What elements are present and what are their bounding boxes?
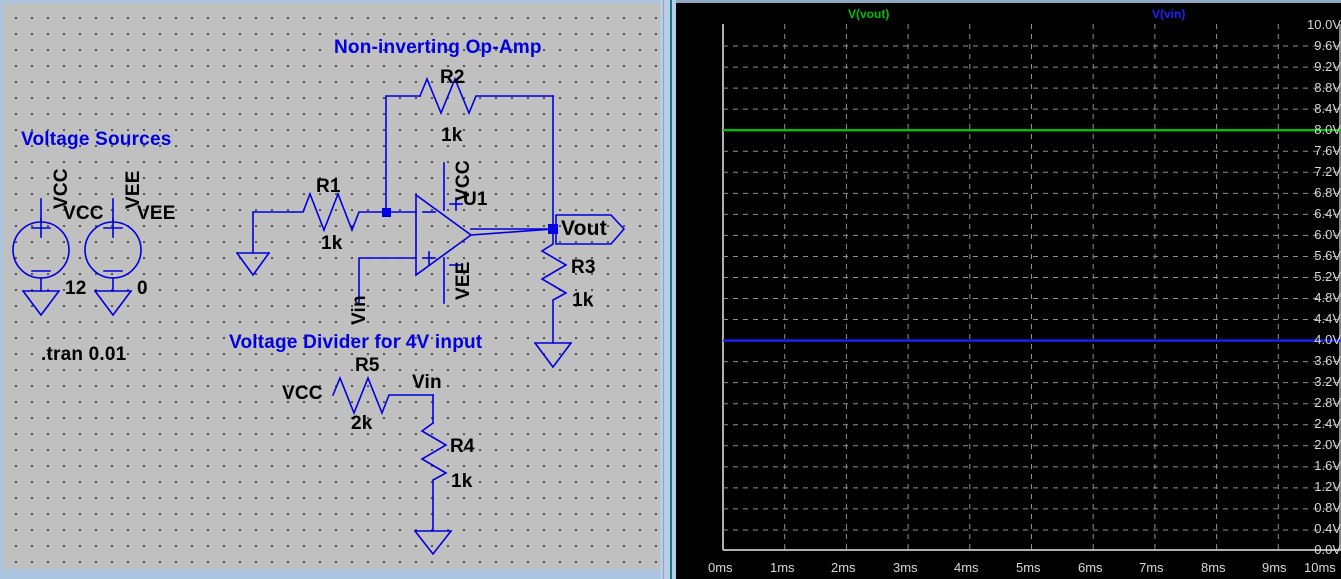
- net-label-vcc-divider[interactable]: VCC: [282, 383, 323, 405]
- xtick-1ms: 1ms: [770, 560, 795, 575]
- xtick-3ms: 3ms: [893, 560, 918, 575]
- ytick-4.4V: 4.4V: [1314, 311, 1341, 326]
- ytick-0.0V: 0.0V: [1314, 542, 1341, 557]
- ytick-2.4V: 2.4V: [1314, 416, 1341, 431]
- ytick-1.2V: 1.2V: [1314, 479, 1341, 494]
- ytick-4.0V: 4.0V: [1314, 332, 1341, 347]
- ytick-1.6V: 1.6V: [1314, 458, 1341, 473]
- schematic-drawing: [12, 76, 626, 556]
- xtick-0ms: 0ms: [708, 560, 733, 575]
- xtick-4ms: 4ms: [954, 560, 979, 575]
- voltage-sources-heading: Voltage Sources: [21, 129, 172, 150]
- waveform-viewer-pane[interactable]: V(vout) V(vin) 10.0V 9.6V 9.2V 8.8V 8.4V…: [676, 0, 1341, 579]
- xtick-8ms: 8ms: [1201, 560, 1226, 575]
- ytick-9.6V: 9.6V: [1314, 38, 1341, 53]
- ytick-6.0V: 6.0V: [1314, 227, 1341, 242]
- schematic-editor-pane[interactable]: Voltage Sources Non-inverting Op-Amp Vol…: [0, 0, 660, 579]
- ytick-8.0V: 8.0V: [1314, 122, 1341, 137]
- ytick-5.2V: 5.2V: [1314, 269, 1341, 284]
- xtick-2ms: 2ms: [831, 560, 856, 575]
- ytick-2.0V: 2.0V: [1314, 437, 1341, 452]
- resistor-r3-value[interactable]: 1k: [572, 290, 594, 312]
- waveform-plot: [722, 24, 1341, 551]
- resistor-r1-value[interactable]: 1k: [321, 233, 343, 255]
- opamp-heading: Non-inverting Op-Amp: [334, 37, 542, 58]
- ytick-2.8V: 2.8V: [1314, 395, 1341, 410]
- resistor-r5-refdes[interactable]: R5: [355, 355, 380, 377]
- ltspice-window: Voltage Sources Non-inverting Op-Amp Vol…: [0, 0, 1341, 579]
- ytick-9.2V: 9.2V: [1314, 59, 1341, 74]
- ytick-4.8V: 4.8V: [1314, 290, 1341, 305]
- resistor-r3-refdes[interactable]: R3: [571, 257, 596, 279]
- splitter-line-right: [670, 0, 672, 579]
- resistor-r2-value[interactable]: 1k: [441, 125, 463, 147]
- opamp-vee-pin-label: VEE: [453, 261, 474, 300]
- ytick-3.6V: 3.6V: [1314, 353, 1341, 368]
- ytick-7.6V: 7.6V: [1314, 143, 1341, 158]
- vcc-source-net-label: VCC: [63, 203, 104, 224]
- ytick-3.2V: 3.2V: [1314, 374, 1341, 389]
- xtick-6ms: 6ms: [1078, 560, 1103, 575]
- ytick-10.0V: 10.0V: [1307, 17, 1341, 32]
- vee-source-net-label: VEE: [137, 203, 176, 224]
- ytick-8.8V: 8.8V: [1314, 80, 1341, 95]
- resistor-r5-value[interactable]: 2k: [351, 413, 373, 435]
- resistor-r2-refdes[interactable]: R2: [440, 67, 465, 89]
- ytick-8.4V: 8.4V: [1314, 101, 1341, 116]
- ytick-7.2V: 7.2V: [1314, 164, 1341, 179]
- net-label-vout[interactable]: Vout: [561, 217, 607, 241]
- resistor-r4-refdes[interactable]: R4: [450, 436, 475, 458]
- xtick-7ms: 7ms: [1139, 560, 1164, 575]
- splitter-line-left: [663, 0, 664, 579]
- xtick-5ms: 5ms: [1016, 560, 1041, 575]
- ytick-0.4V: 0.4V: [1314, 521, 1341, 536]
- vcc-source-value: 12: [65, 278, 87, 299]
- vee-source-value: 0: [137, 278, 148, 299]
- ytick-5.6V: 5.6V: [1314, 248, 1341, 263]
- ytick-0.8V: 0.8V: [1314, 500, 1341, 515]
- schematic-bottom-bar: [3, 569, 660, 579]
- net-label-vin-opamp[interactable]: Vin: [349, 295, 371, 325]
- resistor-r4-value[interactable]: 1k: [451, 471, 473, 493]
- ytick-6.4V: 6.4V: [1314, 206, 1341, 221]
- resistor-r1-refdes[interactable]: R1: [316, 176, 341, 198]
- net-label-vin-divider[interactable]: Vin: [412, 372, 442, 394]
- xtick-9ms: 9ms: [1262, 560, 1287, 575]
- ytick-6.8V: 6.8V: [1314, 185, 1341, 200]
- opamp-vcc-pin-label: VCC: [453, 160, 474, 201]
- divider-heading: Voltage Divider for 4V input: [229, 332, 483, 353]
- xtick-10ms: 10ms: [1304, 560, 1336, 575]
- tran-directive[interactable]: .tran 0.01: [41, 344, 126, 366]
- pane-splitter[interactable]: [660, 0, 676, 579]
